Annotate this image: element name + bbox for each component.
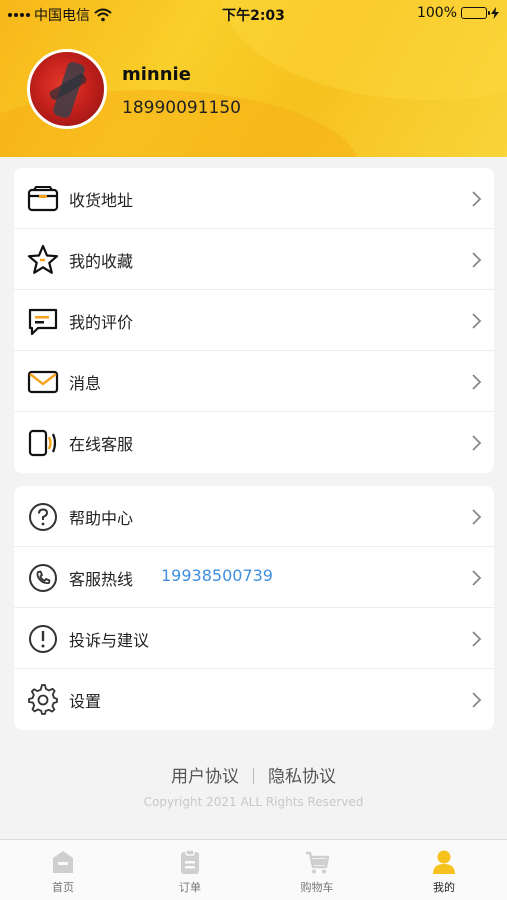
menu-label: 帮助中心 [69, 509, 134, 528]
menu-item-settings[interactable]: 设置 [14, 669, 494, 730]
chevron-right-icon [472, 191, 482, 207]
menu-item-favorites[interactable]: 我的收藏 [14, 229, 494, 290]
user-phone: 18990091150 [122, 98, 241, 118]
chevron-right-icon [472, 252, 482, 268]
cart-icon [306, 851, 329, 874]
star-icon [27, 244, 59, 274]
tab-home[interactable]: 首页 [0, 840, 126, 900]
chevron-right-icon [472, 570, 482, 586]
tab-label: 订单 [179, 881, 201, 894]
menu-card-primary: 收货地址 我的收藏 我的评价 消息 在线客服 [14, 168, 494, 473]
chevron-right-icon [472, 692, 482, 708]
menu-label: 我的评价 [69, 313, 134, 332]
user-agreement-link[interactable]: 用户协议 [171, 767, 239, 787]
profile-icon [433, 850, 455, 874]
menu-item-hotline[interactable]: 客服热线 19938500739 [14, 547, 494, 608]
chevron-right-icon [472, 435, 482, 451]
menu-card-secondary: 帮助中心 客服热线 19938500739 投诉与建议 设置 [14, 486, 494, 730]
menu-label: 消息 [69, 374, 102, 393]
menu-label: 设置 [69, 692, 102, 711]
chevron-right-icon [472, 631, 482, 647]
tab-cart[interactable]: 购物车 [254, 840, 380, 900]
privacy-policy-link[interactable]: 隐私协议 [268, 767, 336, 787]
envelope-icon [27, 370, 59, 394]
profile-header: 中国电信 下午2:03 100% minnie 18990091150 [0, 0, 507, 157]
status-bar: 中国电信 下午2:03 100% [0, 0, 507, 28]
username: minnie [122, 64, 191, 85]
battery-icon [461, 7, 490, 19]
menu-label: 在线客服 [69, 435, 134, 454]
tab-label: 我的 [433, 881, 455, 894]
order-icon [181, 849, 199, 874]
chevron-right-icon [472, 374, 482, 390]
menu-item-reviews[interactable]: 我的评价 [14, 290, 494, 351]
phone-icon [29, 564, 57, 592]
menu-item-online-service[interactable]: 在线客服 [14, 412, 494, 473]
menu-label: 投诉与建议 [69, 631, 150, 650]
menu-label: 收货地址 [69, 191, 134, 210]
chevron-right-icon [472, 313, 482, 329]
settings-gear-icon [28, 684, 58, 715]
home-icon [53, 851, 73, 873]
alert-icon [29, 625, 57, 653]
bottom-tab-bar: 首页 订单 购物车 我的 [0, 839, 507, 900]
menu-item-help-center[interactable]: 帮助中心 [14, 486, 494, 547]
menu-item-address[interactable]: 收货地址 [14, 168, 494, 229]
battery-percent: 100% [416, 5, 457, 21]
footer-divider [253, 768, 254, 784]
footer-links: 用户协议 隐私协议 [0, 762, 507, 787]
tab-label: 购物车 [300, 881, 334, 894]
menu-item-messages[interactable]: 消息 [14, 351, 494, 412]
avatar[interactable] [27, 49, 107, 129]
copyright-text: Copyright 2021 ALL Rights Reserved [143, 795, 364, 809]
address-box-icon [27, 186, 59, 212]
menu-item-feedback[interactable]: 投诉与建议 [14, 608, 494, 669]
customer-service-icon [28, 429, 57, 457]
charging-icon [491, 7, 499, 19]
tab-profile[interactable]: 我的 [381, 840, 507, 900]
chevron-right-icon [472, 509, 482, 525]
menu-label: 客服热线 [69, 570, 134, 589]
help-icon [29, 503, 57, 531]
menu-label: 我的收藏 [69, 252, 134, 271]
comment-icon [28, 308, 58, 336]
hotline-number[interactable]: 19938500739 [161, 566, 273, 585]
tab-orders[interactable]: 订单 [127, 840, 253, 900]
tab-label: 首页 [52, 881, 74, 894]
